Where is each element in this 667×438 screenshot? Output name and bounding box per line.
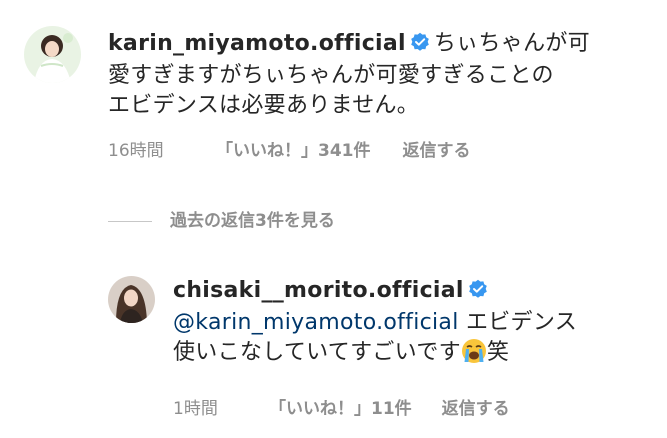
avatar-chisaki[interactable] [108, 276, 155, 323]
verified-badge-icon [468, 278, 488, 308]
comment-karin-text-3: エビデンスは必要ありません。 [108, 93, 420, 118]
comment-chisaki-body: chisaki__morito.official @karin_miyamoto… [173, 276, 653, 373]
comment-karin-text-1: ちぃちゃんが可 [433, 31, 590, 56]
username-karin[interactable]: karin_miyamoto.official [108, 31, 406, 56]
comment-chisaki-text-suffix: 笑 [486, 340, 510, 365]
comment-chisaki-likes[interactable]: 「いいね！」11件 [269, 394, 412, 419]
comment-karin-text-2: 愛すぎますがちぃちゃんが可愛すぎることの [108, 63, 554, 88]
avatar-karin[interactable] [24, 26, 81, 83]
comment-chisaki-time: 1時間 [173, 399, 218, 419]
comment-chisaki-text-1: エビデンス [465, 310, 577, 335]
username-chisaki[interactable]: chisaki__morito.official [173, 278, 464, 303]
mention-link[interactable]: @karin_miyamoto.official [173, 310, 459, 335]
view-previous-replies-button[interactable]: 過去の返信3件を見る [108, 206, 335, 231]
comment-chisaki-text-2: 使いこなしていてすごいです [173, 340, 461, 365]
comment-karin-likes[interactable]: 「いいね！」341件 [216, 136, 371, 161]
comment-karin-time: 16時間 [108, 141, 164, 161]
comment-karin-body: karin_miyamoto.official ちぃちゃんが可 愛すぎますがちぃち… [108, 29, 648, 121]
comment-chisaki-meta: 1時間 「いいね！」11件 返信する [173, 394, 510, 419]
divider-line [108, 220, 152, 222]
verified-badge-icon [410, 31, 430, 61]
view-previous-replies-label: 過去の返信3件を見る [170, 211, 335, 231]
crying-face-emoji-icon [461, 338, 487, 373]
comment-karin-meta: 16時間 「いいね！」341件 返信する [108, 136, 471, 161]
comment-karin-reply-button[interactable]: 返信する [403, 136, 471, 161]
comment-chisaki-reply-button[interactable]: 返信する [442, 394, 510, 419]
